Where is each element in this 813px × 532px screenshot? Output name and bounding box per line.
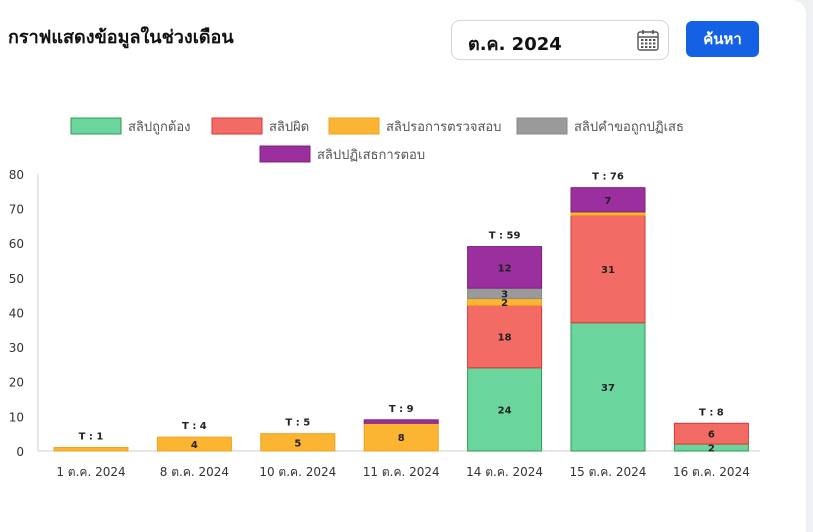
legend-swatch [211, 117, 263, 135]
stacked-bar-chart: สลิปถูกต้อง สลิปผิด สลิปรอการตรวจสอบ สลิปคำ… [9, 117, 760, 479]
y-tick-label: 30 [9, 341, 24, 355]
legend-label: สลิปผิด [269, 120, 309, 135]
data-label: 31 [601, 265, 615, 276]
legend-label: สลิปรอการตรวจสอบ [386, 120, 501, 135]
bar-segment [363, 419, 439, 424]
total-label: T : 4 [182, 421, 207, 432]
data-label: 5 [294, 438, 301, 449]
y-tick-label: 70 [9, 202, 24, 216]
x-tick-label: 11 ต.ค. 2024 [363, 465, 440, 479]
x-tick-label: 10 ต.ค. 2024 [259, 465, 336, 479]
x-tick-label: 15 ต.ค. 2024 [570, 465, 647, 479]
data-label: 37 [601, 383, 615, 394]
data-label: 24 [498, 405, 512, 416]
legend-label: สลิปปฏิเสธการตอบ [317, 148, 425, 163]
data-label: 18 [498, 333, 512, 344]
total-label: T : 8 [699, 407, 724, 418]
data-label: 8 [398, 433, 405, 444]
legend-swatch [516, 117, 568, 135]
legend-swatch [259, 145, 311, 163]
data-label: 2 [708, 444, 715, 455]
total-label: T : 59 [489, 231, 521, 242]
y-tick-label: 60 [9, 237, 24, 251]
total-label: T : 1 [79, 432, 104, 443]
x-tick-label: 8 ต.ค. 2024 [160, 465, 229, 479]
legend-label: สลิปถูกต้อง [128, 120, 191, 135]
legend-swatch [328, 117, 380, 135]
x-tick-label: 14 ต.ค. 2024 [466, 465, 543, 479]
total-label: T : 76 [592, 172, 624, 183]
total-label: T : 5 [285, 418, 310, 429]
data-label: 3 [501, 289, 508, 300]
y-tick-label: 10 [9, 410, 24, 424]
total-label: T : 9 [389, 404, 414, 415]
y-tick-label: 0 [16, 445, 24, 459]
data-label: 6 [708, 430, 715, 441]
bar-segment [570, 211, 646, 216]
legend-label: สลิปคำขอถูกปฏิเสธ [574, 120, 684, 135]
data-label: 12 [498, 263, 512, 274]
data-label: 7 [605, 196, 612, 207]
legend-swatch [70, 117, 122, 135]
x-tick-label: 16 ต.ค. 2024 [673, 465, 750, 479]
y-tick-label: 40 [9, 306, 24, 320]
bar-segment [53, 447, 129, 452]
y-tick-label: 80 [9, 168, 24, 182]
y-tick-label: 50 [9, 272, 24, 286]
data-label: 4 [191, 440, 198, 451]
y-tick-label: 20 [9, 376, 24, 390]
x-tick-label: 1 ต.ค. 2024 [56, 465, 125, 479]
